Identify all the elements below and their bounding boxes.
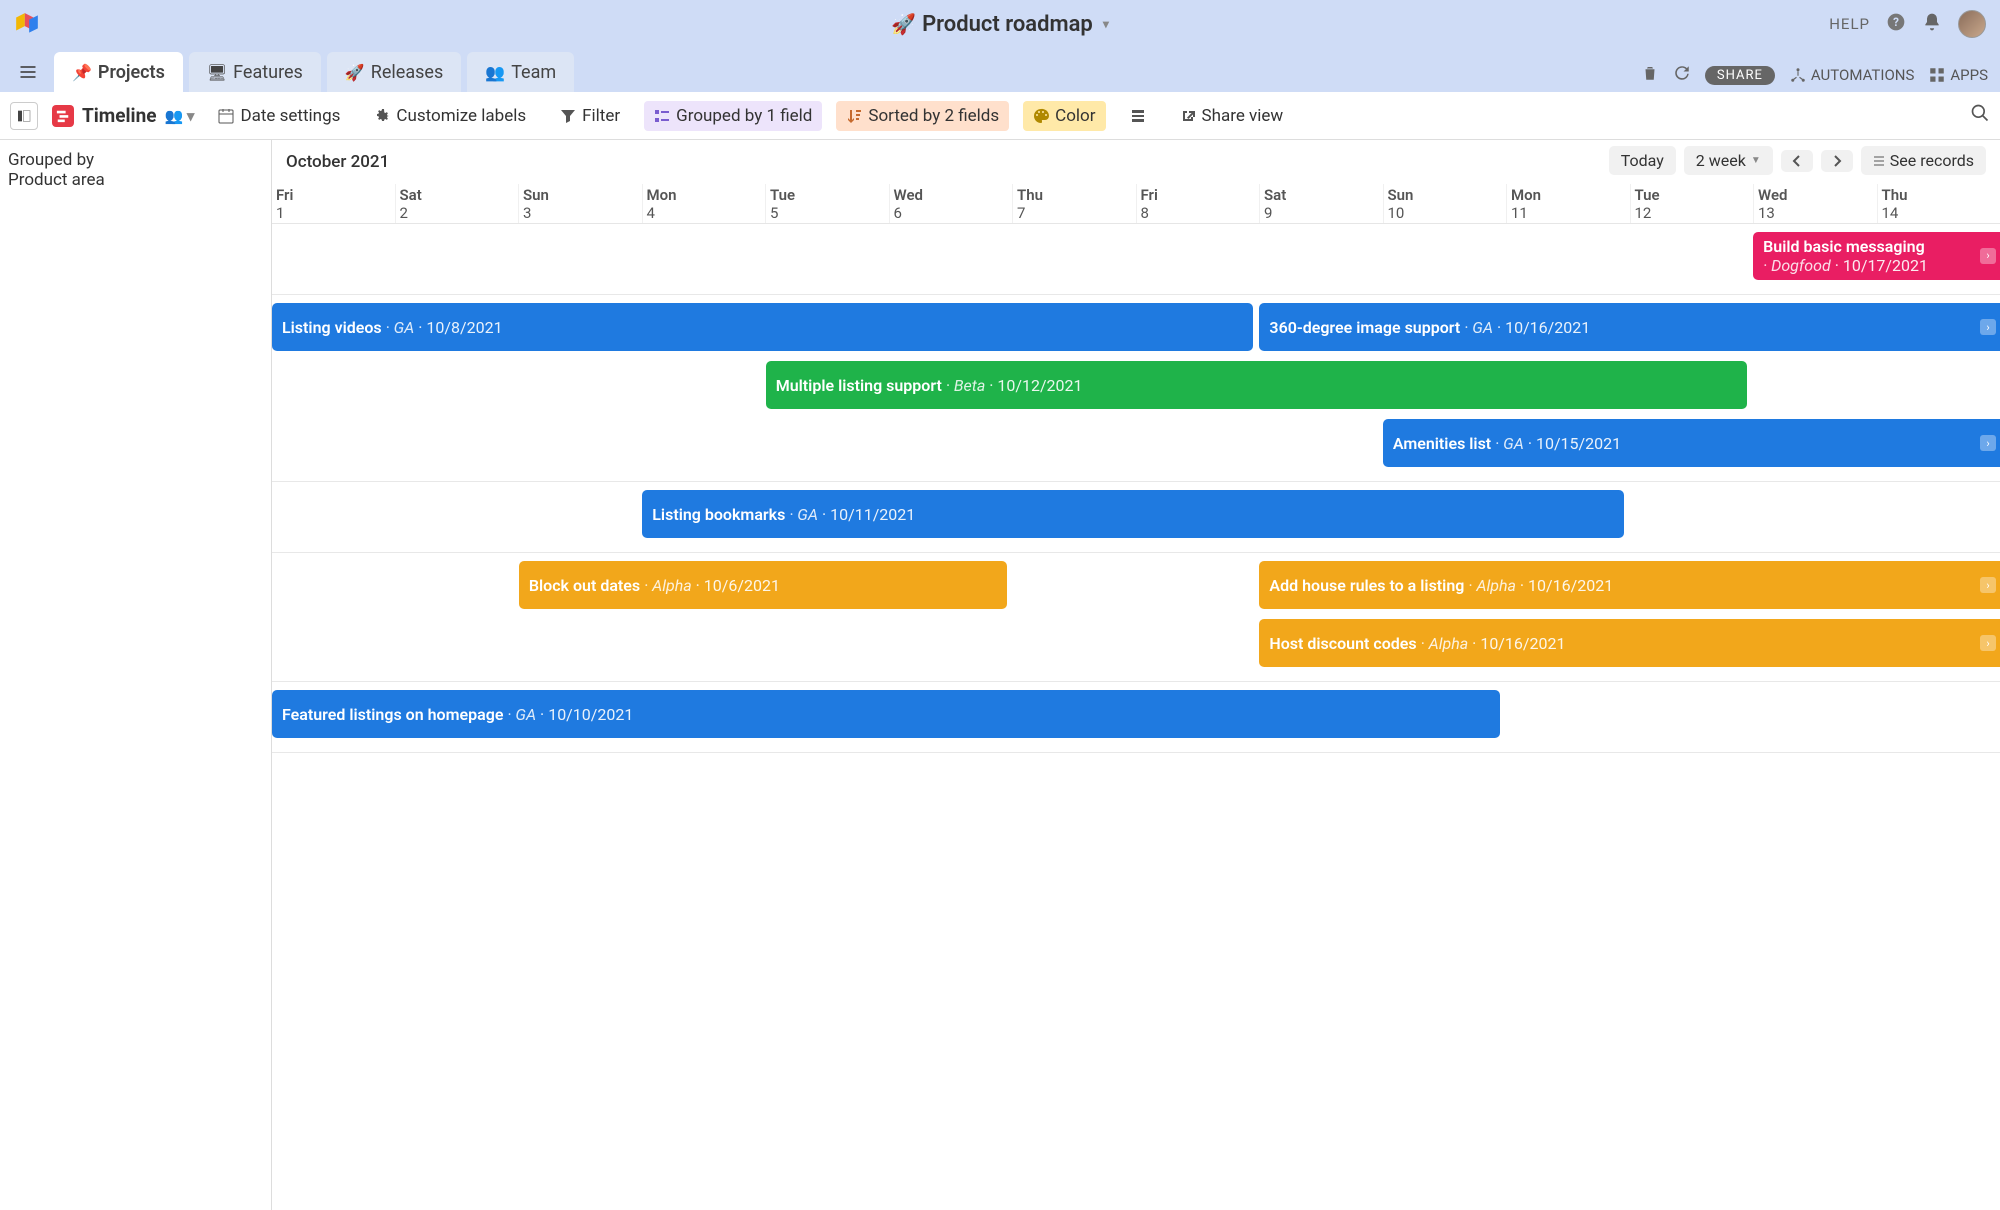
day-column: Sun3	[518, 184, 642, 223]
timeline-bar[interactable]: Listing videos · GA · 10/8/2021	[272, 303, 1253, 351]
group-icon	[654, 108, 670, 124]
range-selector[interactable]: 2 week▼	[1684, 146, 1773, 175]
tab-icon: 👥	[485, 63, 505, 82]
help-icon[interactable]: ?	[1886, 12, 1906, 37]
trash-icon[interactable]	[1641, 64, 1659, 86]
tab-projects[interactable]: 📌 Projects	[54, 52, 183, 92]
expand-icon[interactable]: ›	[1980, 577, 1996, 593]
timeline-bar[interactable]: 360-degree image support · GA · 10/16/20…	[1259, 303, 2000, 351]
help-button[interactable]: HELP	[1829, 15, 1870, 33]
sorted-by-button[interactable]: Sorted by 2 fields	[836, 101, 1009, 131]
group-sidebar-header: Grouped by Product area	[0, 140, 272, 1210]
tab-label: Features	[233, 62, 303, 83]
expand-icon[interactable]: ›	[1980, 319, 1996, 335]
automations-button[interactable]: AUTOMATIONS	[1789, 66, 1914, 84]
history-icon[interactable]	[1673, 64, 1691, 86]
timeline-bar[interactable]: Featured listings on homepage · GA · 10/…	[272, 690, 1500, 738]
tables-tab-bar: 📌 Projects 🖥 Features 🚀 Releases 👥 Team SHARE A…	[0, 48, 2000, 92]
date-settings-button[interactable]: Date settings	[208, 101, 350, 131]
row-height-icon	[1130, 108, 1146, 124]
view-toolbar: Timeline 👥 ▾ Date settings Customize lab…	[0, 92, 2000, 140]
day-column: Fri8	[1136, 184, 1260, 223]
timeline-bar[interactable]: Host discount codes · Alpha · 10/16/2021…	[1259, 619, 2000, 667]
app-logo-icon[interactable]	[14, 11, 40, 37]
day-column: Thu14	[1877, 184, 2000, 223]
day-column: Sun10	[1383, 184, 1507, 223]
timeline-day-header: Fri1Sat2Sun3Mon4Tue5Wed6Thu7Fri8Sat9Sun1…	[272, 184, 2000, 224]
collaborators-icon[interactable]: 👥 ▾	[165, 107, 195, 125]
views-sidebar-toggle[interactable]	[10, 102, 38, 130]
automations-label: AUTOMATIONS	[1811, 66, 1914, 84]
tab-icon: 📌	[72, 63, 92, 82]
prev-button[interactable]	[1781, 150, 1813, 172]
calendar-icon	[218, 108, 234, 124]
grouped-by-button[interactable]: Grouped by 1 field	[644, 101, 822, 131]
tab-releases[interactable]: 🚀 Releases	[327, 52, 461, 92]
share-view-button[interactable]: Share view	[1170, 101, 1294, 131]
app-header: 🚀 Product roadmap ▾ HELP ?	[0, 0, 2000, 48]
day-column: Fri1	[272, 184, 395, 223]
timeline-month-label: October 2021	[286, 152, 389, 172]
filter-button[interactable]: Filter	[550, 101, 630, 131]
timeline-bar[interactable]: Amenities list · GA · 10/15/2021›	[1383, 419, 2000, 467]
timeline-bar[interactable]: Block out dates · Alpha · 10/6/2021	[519, 561, 1007, 609]
customize-labels-button[interactable]: Customize labels	[364, 101, 536, 131]
timeline-bar[interactable]: Listing bookmarks · GA · 10/11/2021	[642, 490, 1623, 538]
share-icon	[1180, 108, 1196, 124]
search-icon[interactable]	[1970, 103, 1990, 128]
list-icon	[1873, 155, 1885, 167]
base-title-text: Product roadmap	[922, 12, 1093, 37]
sort-icon	[846, 108, 862, 124]
grouped-by-label: Grouped by	[8, 150, 263, 170]
paint-icon	[1033, 108, 1049, 124]
gear-icon	[374, 108, 390, 124]
day-column: Wed13	[1753, 184, 1877, 223]
avatar[interactable]	[1958, 10, 1986, 38]
tab-features[interactable]: 🖥 Features	[189, 52, 321, 92]
next-button[interactable]	[1821, 150, 1853, 172]
see-records-button[interactable]: See records	[1861, 146, 1986, 175]
row-height-button[interactable]	[1120, 103, 1156, 129]
tab-label: Releases	[371, 62, 443, 83]
chevron-down-icon: ▾	[1103, 17, 1109, 31]
menu-icon[interactable]	[12, 56, 44, 88]
timeline-view-icon	[52, 105, 74, 127]
day-column: Tue5	[765, 184, 889, 223]
share-button[interactable]: SHARE	[1705, 66, 1775, 85]
day-column: Sat9	[1259, 184, 1383, 223]
timeline-bar[interactable]: Build basic messaging· Dogfood · 10/17/2…	[1753, 232, 2000, 280]
view-name-text: Timeline	[82, 104, 157, 127]
tab-label: Projects	[98, 62, 165, 83]
expand-icon[interactable]: ›	[1980, 635, 1996, 651]
day-column: Sat2	[395, 184, 519, 223]
today-button[interactable]: Today	[1609, 146, 1676, 175]
day-column: Tue12	[1630, 184, 1754, 223]
view-name[interactable]: Timeline 👥 ▾	[52, 104, 194, 127]
day-column: Thu7	[1012, 184, 1136, 223]
tab-team[interactable]: 👥 Team	[467, 52, 574, 92]
timeline-bar[interactable]: Multiple listing support · Beta · 10/12/…	[766, 361, 1747, 409]
svg-text:?: ?	[1893, 15, 1899, 29]
tab-label: Team	[511, 62, 556, 83]
apps-label: APPS	[1950, 66, 1988, 84]
base-title[interactable]: 🚀 Product roadmap ▾	[891, 12, 1109, 37]
tab-icon: 🖥	[207, 63, 227, 82]
timeline-bar[interactable]: Add house rules to a listing · Alpha · 1…	[1259, 561, 2000, 609]
bell-icon[interactable]	[1922, 12, 1942, 37]
day-column: Mon11	[1506, 184, 1630, 223]
tab-icon: 🚀	[345, 63, 365, 82]
expand-icon[interactable]: ›	[1980, 248, 1996, 264]
day-column: Mon4	[642, 184, 766, 223]
color-button[interactable]: Color	[1023, 101, 1105, 131]
apps-button[interactable]: APPS	[1928, 66, 1988, 84]
rocket-icon: 🚀	[891, 12, 916, 36]
grouped-by-field: Product area	[8, 170, 263, 190]
filter-icon	[560, 108, 576, 124]
day-column: Wed6	[889, 184, 1013, 223]
expand-icon[interactable]: ›	[1980, 435, 1996, 451]
